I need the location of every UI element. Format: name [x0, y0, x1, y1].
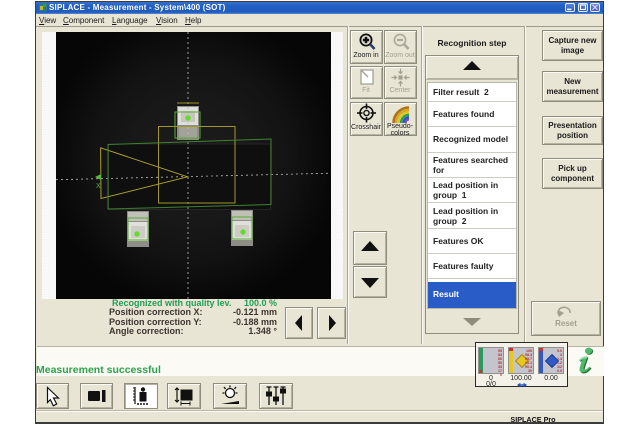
svg-text:X: X — [96, 183, 101, 190]
